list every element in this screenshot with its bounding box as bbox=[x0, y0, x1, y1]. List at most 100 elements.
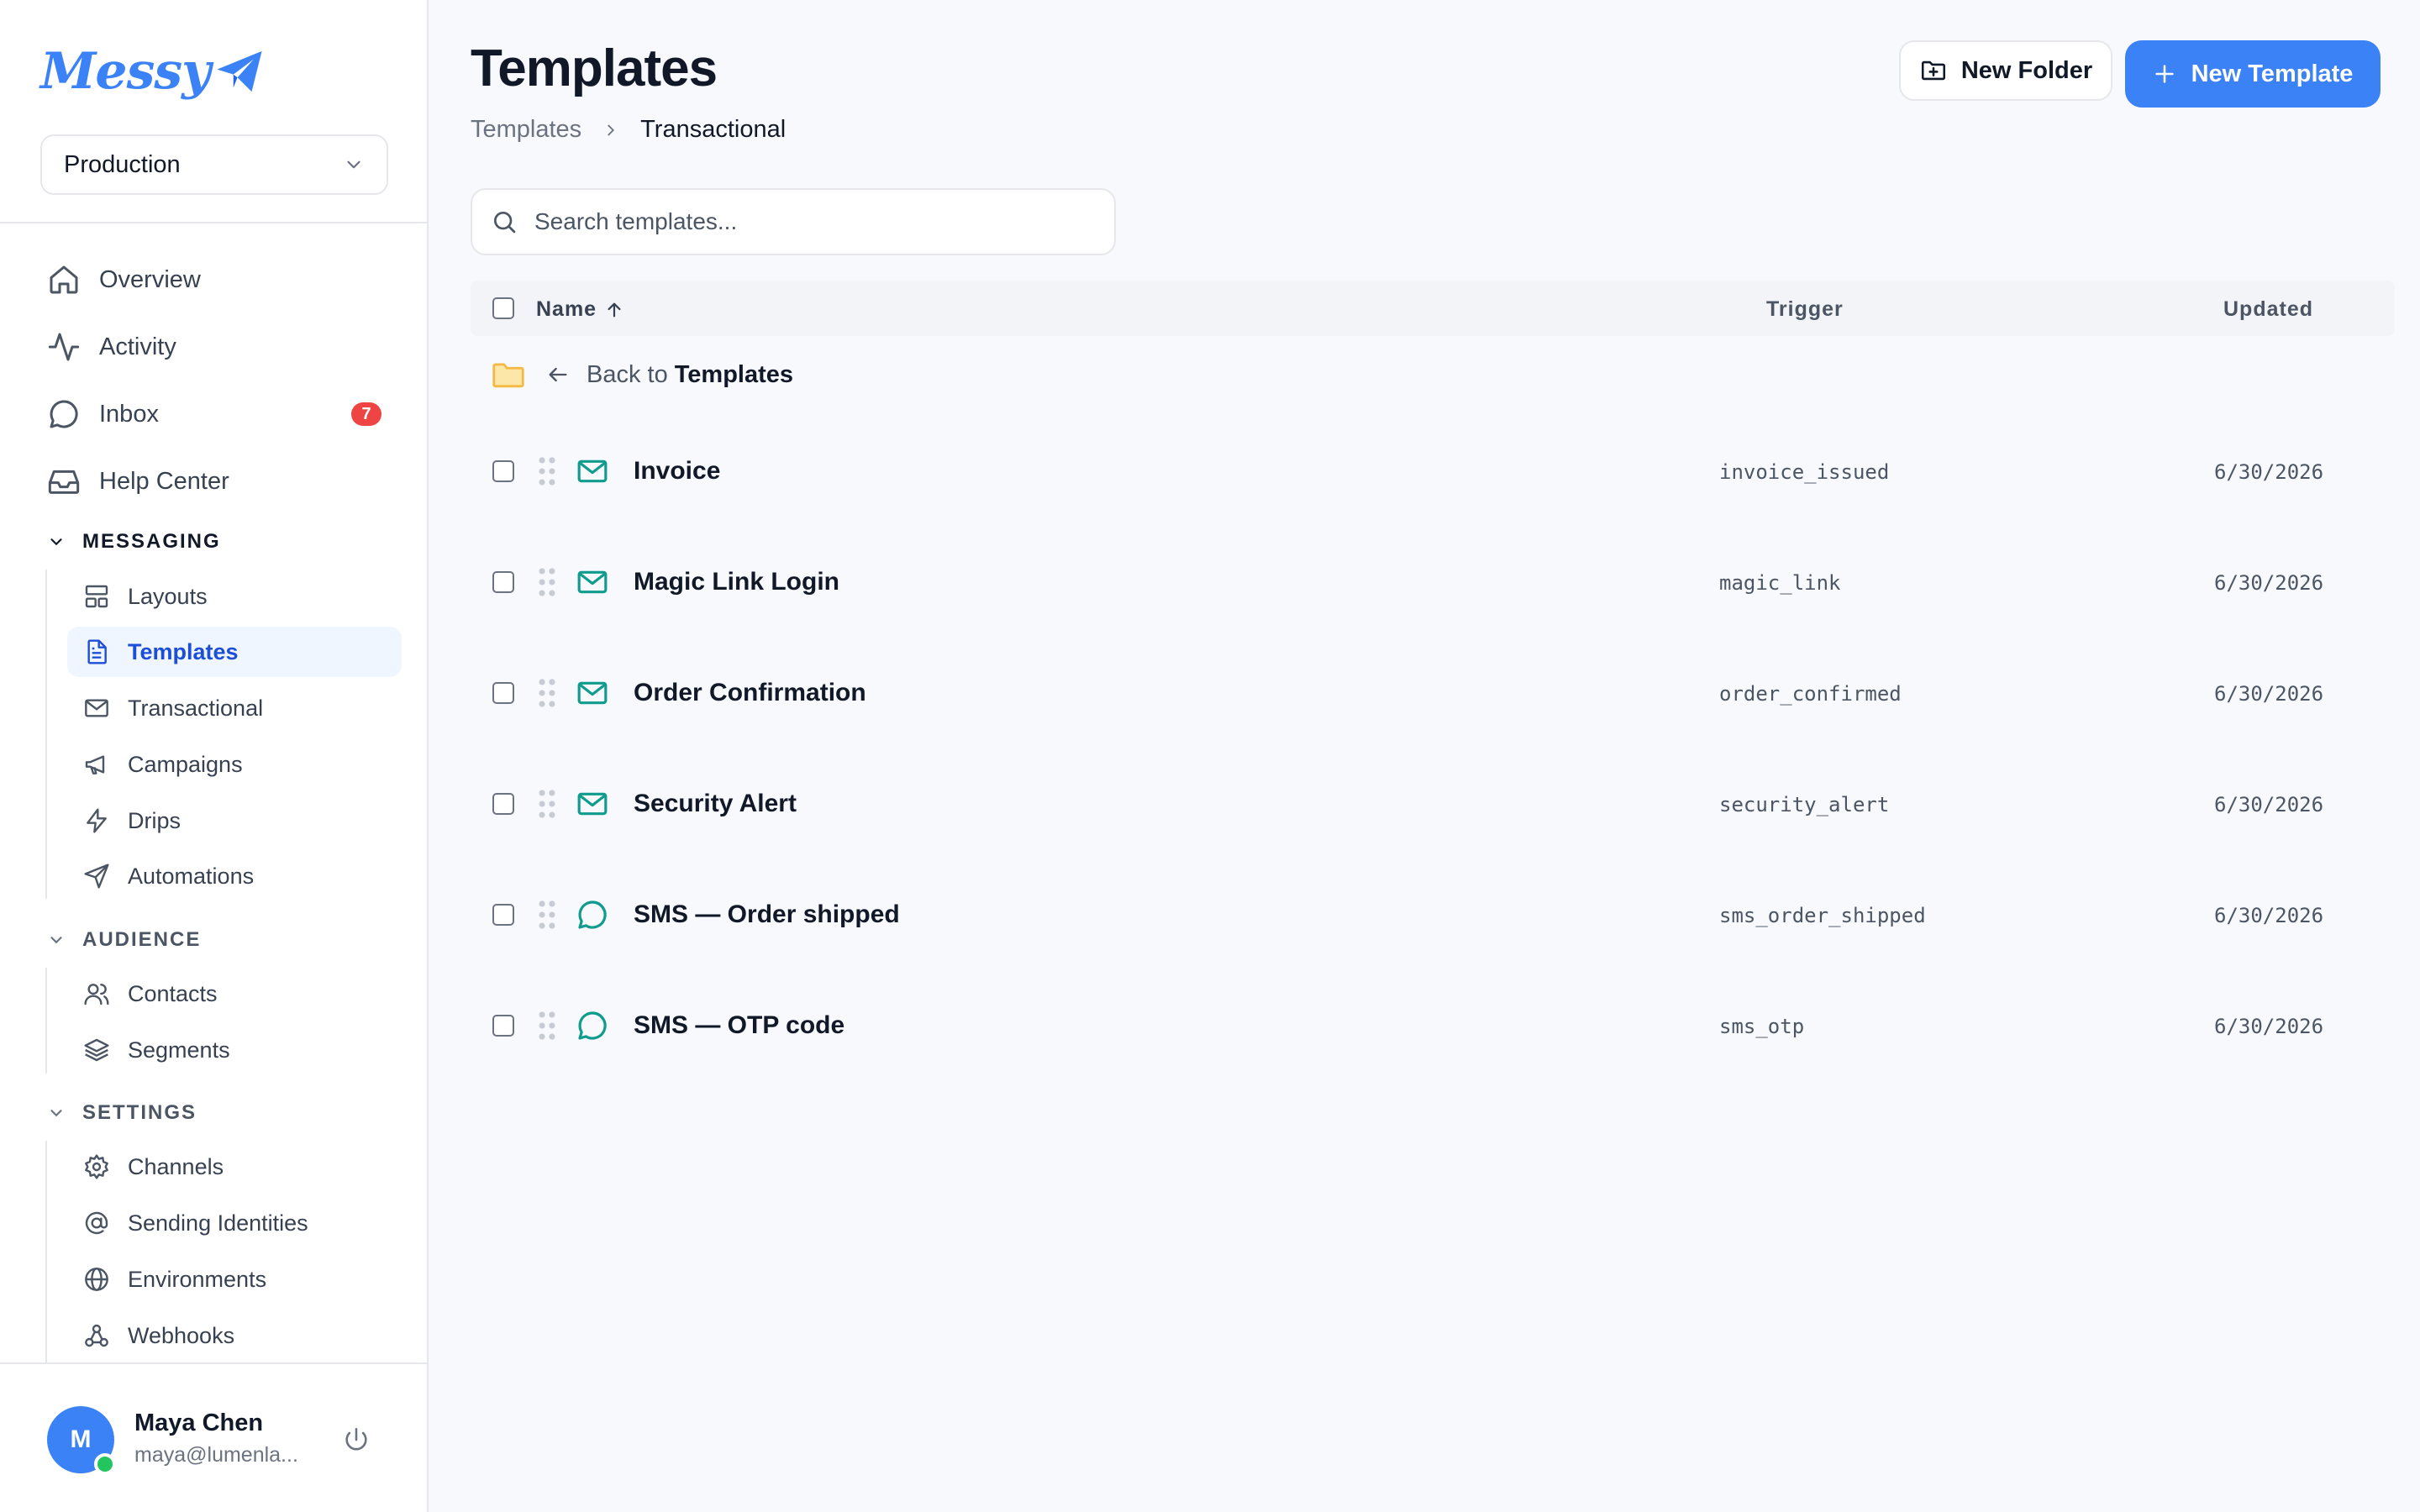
table-row[interactable]: Invoice invoice_issued 6/30/2026 bbox=[471, 425, 2395, 517]
drag-handle-icon[interactable] bbox=[536, 566, 558, 598]
breadcrumb-link-templates[interactable]: Templates bbox=[471, 116, 581, 144]
sidebar-item-environments[interactable]: Environments bbox=[67, 1254, 402, 1305]
drag-handle-icon[interactable] bbox=[536, 455, 558, 487]
nav-label: Activity bbox=[99, 333, 176, 360]
section-title: AUDIENCE bbox=[82, 928, 202, 951]
template-trigger: sms_otp bbox=[1719, 1015, 1805, 1038]
drag-handle-icon[interactable] bbox=[536, 1010, 558, 1042]
inbox-count-badge: 7 bbox=[351, 402, 381, 426]
drag-handle-icon[interactable] bbox=[536, 788, 558, 820]
main-content: Templates Templates Transactional New Fo… bbox=[430, 0, 2420, 1512]
row-checkbox[interactable] bbox=[492, 904, 514, 926]
online-status-indicator bbox=[94, 1453, 116, 1475]
section-audience-toggle[interactable]: AUDIENCE bbox=[47, 923, 201, 957]
drag-handle-icon[interactable] bbox=[536, 677, 558, 709]
select-all-checkbox[interactable] bbox=[492, 297, 514, 319]
table-row[interactable]: SMS — Order shipped sms_order_shipped 6/… bbox=[471, 869, 2395, 961]
section-settings-toggle[interactable]: SETTINGS bbox=[47, 1096, 197, 1130]
logout-button[interactable] bbox=[336, 1420, 376, 1460]
row-checkbox[interactable] bbox=[492, 793, 514, 815]
sidebar-item-webhooks[interactable]: Webhooks bbox=[67, 1310, 402, 1361]
environment-value: Production bbox=[64, 150, 181, 178]
template-updated: 6/30/2026 bbox=[2214, 904, 2324, 927]
nav-item-help-center[interactable]: Help Center bbox=[34, 454, 395, 508]
template-updated: 6/30/2026 bbox=[2214, 793, 2324, 816]
arrow-left-icon bbox=[546, 363, 570, 386]
environment-select[interactable]: Production bbox=[40, 134, 388, 195]
table-row[interactable]: SMS — OTP code sms_otp 6/30/2026 bbox=[471, 979, 2395, 1072]
sidebar-item-automations[interactable]: Automations bbox=[67, 851, 402, 901]
mail-icon bbox=[575, 786, 610, 822]
table-header: Name Trigger Updated bbox=[471, 281, 2395, 336]
users-icon bbox=[82, 979, 111, 1008]
template-name: SMS — Order shipped bbox=[634, 900, 900, 928]
nav-item-activity[interactable]: Activity bbox=[34, 320, 395, 374]
app-logo[interactable]: Messy bbox=[40, 42, 264, 101]
sidebar-item-templates[interactable]: Templates bbox=[67, 627, 402, 677]
breadcrumb-current: Transactional bbox=[640, 116, 786, 143]
lightning-icon bbox=[82, 806, 111, 835]
template-trigger: invoice_issued bbox=[1719, 460, 1890, 484]
paper-plane-icon bbox=[217, 50, 262, 92]
row-checkbox[interactable] bbox=[492, 682, 514, 704]
sidebar: Messy Production Overview Activity Inbox… bbox=[0, 0, 429, 1512]
power-icon bbox=[345, 1427, 367, 1451]
table-row[interactable]: Security Alert security_alert 6/30/2026 bbox=[471, 758, 2395, 850]
sidebar-item-transactional[interactable]: Transactional bbox=[67, 683, 402, 733]
folder-plus-icon bbox=[1921, 60, 1945, 81]
user-name: Maya Chen bbox=[134, 1410, 264, 1436]
sidebar-item-sending-identities[interactable]: Sending Identities bbox=[67, 1198, 402, 1248]
nav-item-overview[interactable]: Overview bbox=[34, 253, 395, 307]
inbox-tray-icon bbox=[45, 463, 82, 500]
row-checkbox[interactable] bbox=[492, 1015, 514, 1037]
back-label: Back to bbox=[587, 360, 668, 388]
template-updated: 6/30/2026 bbox=[2214, 571, 2324, 595]
section-rail bbox=[45, 968, 47, 1074]
sidebar-item-label: Sending Identities bbox=[128, 1210, 308, 1236]
sidebar-item-channels[interactable]: Channels bbox=[67, 1142, 402, 1192]
section-rail bbox=[45, 570, 47, 899]
chevron-right-icon bbox=[602, 121, 620, 139]
new-template-button[interactable]: New Template bbox=[2125, 40, 2381, 108]
nav-label: Help Center bbox=[99, 467, 229, 495]
chat-bubble-icon bbox=[575, 1008, 610, 1043]
sidebar-item-label: Channels bbox=[128, 1153, 224, 1179]
row-checkbox[interactable] bbox=[492, 460, 514, 482]
sidebar-item-contacts[interactable]: Contacts bbox=[67, 969, 402, 1019]
template-name: SMS — OTP code bbox=[634, 1011, 845, 1039]
search-icon bbox=[494, 212, 516, 234]
row-checkbox[interactable] bbox=[492, 571, 514, 593]
sidebar-item-drips[interactable]: Drips bbox=[67, 795, 402, 846]
sidebar-item-campaigns[interactable]: Campaigns bbox=[67, 739, 402, 790]
section-messaging-toggle[interactable]: MESSAGING bbox=[47, 525, 221, 559]
chat-bubble-icon bbox=[575, 897, 610, 932]
sidebar-item-label: Environments bbox=[128, 1266, 267, 1292]
sidebar-item-label: Segments bbox=[128, 1037, 230, 1063]
chevron-down-icon bbox=[47, 931, 66, 949]
gear-icon bbox=[82, 1152, 111, 1181]
template-updated: 6/30/2026 bbox=[2214, 460, 2324, 484]
sidebar-item-segments[interactable]: Segments bbox=[67, 1025, 402, 1075]
home-icon bbox=[45, 261, 82, 298]
table-row[interactable]: Order Confirmation order_confirmed 6/30/… bbox=[471, 647, 2395, 739]
sidebar-divider bbox=[0, 222, 429, 223]
column-header-updated[interactable]: Updated bbox=[2223, 297, 2313, 322]
mail-icon bbox=[575, 454, 610, 489]
column-header-trigger[interactable]: Trigger bbox=[1766, 297, 1844, 322]
webhook-icon bbox=[82, 1321, 111, 1350]
sidebar-item-layouts[interactable]: Layouts bbox=[67, 571, 402, 622]
table-row[interactable]: Magic Link Login magic_link 6/30/2026 bbox=[471, 536, 2395, 628]
layout-icon bbox=[82, 582, 111, 611]
new-folder-label: New Folder bbox=[1960, 56, 2093, 84]
drag-handle-icon[interactable] bbox=[536, 899, 558, 931]
sidebar-item-label: Campaigns bbox=[128, 751, 243, 777]
column-header-name[interactable]: Name bbox=[536, 297, 623, 322]
sidebar-item-label: Templates bbox=[128, 638, 239, 664]
nav-item-inbox[interactable]: Inbox 7 bbox=[34, 387, 395, 441]
new-folder-button[interactable]: New Folder bbox=[1899, 40, 2112, 101]
back-to-parent-row[interactable]: Back to Templates bbox=[471, 349, 2395, 400]
sidebar-item-label: Contacts bbox=[128, 980, 218, 1006]
search-input[interactable] bbox=[534, 208, 1072, 235]
back-target: Templates bbox=[674, 360, 794, 388]
document-icon bbox=[82, 638, 111, 666]
